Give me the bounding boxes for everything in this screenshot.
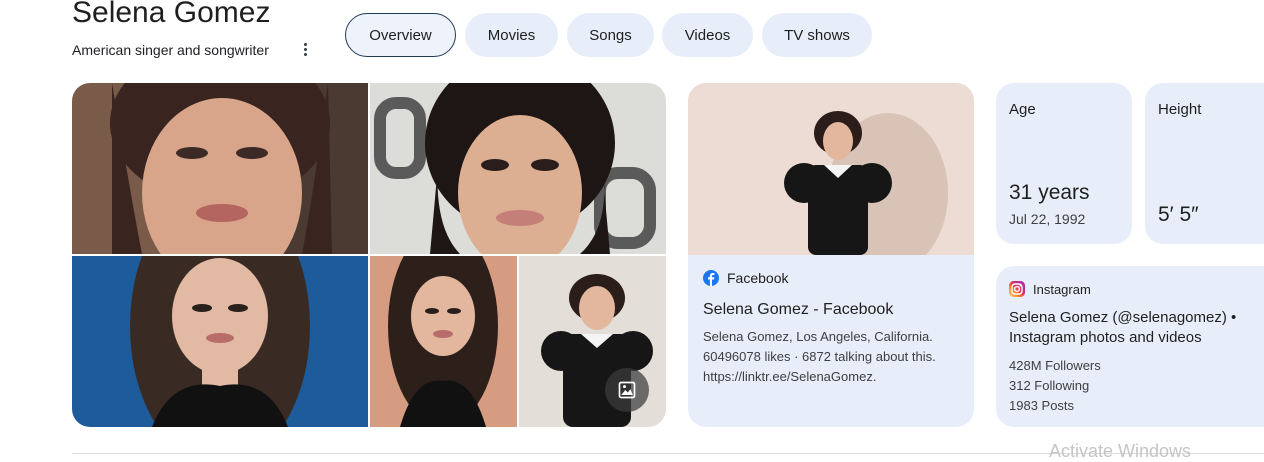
image-grid-photo-4[interactable] [370,256,517,427]
instagram-icon [1009,281,1025,297]
more-options-icon[interactable] [298,40,312,58]
tab-label: Movies [487,26,536,44]
instagram-stats: 428M Followers 312 Following 1983 Posts [1009,356,1101,416]
facebook-card-image [688,83,974,273]
tab-label: Videos [684,26,731,44]
tab-label: Overview [369,26,432,44]
tab-videos[interactable]: Videos [662,13,753,57]
image-grid-photo-3[interactable] [72,256,368,427]
tab-label: TV shows [784,26,850,44]
image-grid-photo-2[interactable] [370,83,666,254]
instagram-card[interactable]: Instagram Selena Gomez (@selenagomez) • … [996,266,1264,427]
more-images-button[interactable] [605,368,649,412]
facebook-source: Facebook [703,270,788,286]
activate-windows-watermark: Activate Windows [1049,441,1192,461]
tab-movies[interactable]: Movies [465,13,558,57]
snippet-line: https://linktr.ee/SelenaGomez. [703,369,877,384]
page-title: Selena Gomez [72,0,271,29]
tab-songs[interactable]: Songs [567,13,654,57]
tab-label: Songs [589,26,632,44]
posts-count: 1983 Posts [1009,398,1075,413]
instagram-source-label: Instagram [1033,281,1091,297]
entity-description: American singer and songwriter [72,42,269,58]
tab-tv-shows[interactable]: TV shows [762,13,872,57]
following-count: 312 Following [1009,378,1090,393]
facebook-card-title[interactable]: Selena Gomez - Facebook [703,301,893,319]
tab-overview[interactable]: Overview [345,13,456,57]
facebook-card[interactable]: Facebook Selena Gomez - Facebook Selena … [688,83,974,427]
fact-value: 31 years [1009,181,1090,204]
fact-detail: Jul 22, 1992 [1009,211,1086,227]
facebook-card-snippet: Selena Gomez, Los Angeles, California. 6… [703,327,936,387]
snippet-line: Selena Gomez, Los Angeles, California. [703,329,933,344]
title-line: Selena Gomez (@selenagomez) • [1009,309,1237,326]
fact-label: Height [1158,101,1202,118]
fact-value: 5′ 5″ [1158,203,1199,226]
facebook-source-label: Facebook [727,270,789,286]
instagram-card-title[interactable]: Selena Gomez (@selenagomez) • Instagram … [1009,308,1236,348]
fact-card-age[interactable]: Age 31 years Jul 22, 1992 [996,83,1132,244]
fact-card-height[interactable]: Height 5′ 5″ [1145,83,1264,244]
title-line: Instagram photos and videos [1009,329,1202,346]
facebook-icon [703,270,719,286]
instagram-source: Instagram [1009,281,1091,297]
fact-label: Age [1009,101,1036,118]
image-icon [618,381,636,399]
image-grid-photo-1[interactable] [72,83,368,254]
snippet-line: 60496078 likes · 6872 talking about this… [703,349,936,364]
followers-count: 428M Followers [1009,358,1101,373]
